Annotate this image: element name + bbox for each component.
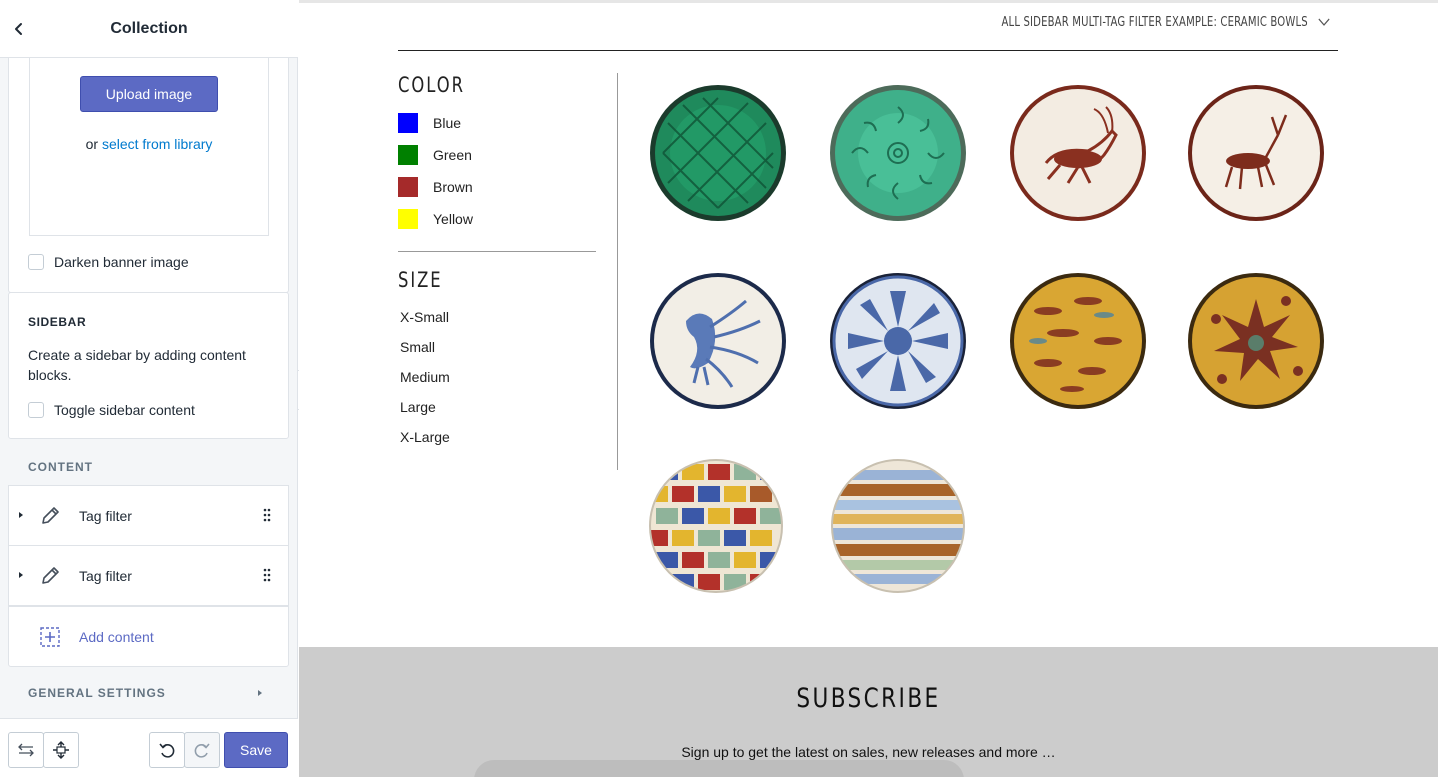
color-filter-green[interactable]: Green <box>398 145 472 165</box>
editor-footer: Save <box>0 718 298 777</box>
move-cursor-icon <box>53 741 69 759</box>
filter-divider <box>398 251 596 252</box>
image-dropzone[interactable]: Upload image or select from library <box>29 58 269 236</box>
size-filter-small[interactable]: Small <box>400 339 435 355</box>
size-filter-heading: SIZE <box>398 268 443 292</box>
theme-editor-panel: Collection Upload image or select from l… <box>0 0 298 777</box>
color-label: Brown <box>433 179 473 195</box>
darken-banner-checkbox[interactable] <box>28 254 44 270</box>
content-block-tag-filter-1[interactable]: Tag filter <box>8 485 289 546</box>
add-block-icon <box>40 627 60 647</box>
redo-icon <box>194 743 210 758</box>
chevron-down-icon <box>1318 18 1330 26</box>
redo-button[interactable] <box>184 732 220 768</box>
undo-button[interactable] <box>149 732 185 768</box>
color-swatch <box>398 177 418 197</box>
size-filter-large[interactable]: Large <box>400 399 436 415</box>
block-label: Tag filter <box>79 508 132 524</box>
pencil-icon <box>42 567 59 584</box>
store-preview: ALL SIDEBAR MULTI-TAG FILTER EXAMPLE: CE… <box>299 0 1438 777</box>
toggle-sidebar-option: Toggle sidebar content <box>28 400 195 420</box>
subscribe-email-input[interactable] <box>474 760 964 777</box>
pencil-icon <box>42 507 59 524</box>
add-content-link[interactable]: Add content <box>79 629 154 645</box>
collection-dropdown[interactable]: ALL SIDEBAR MULTI-TAG FILTER EXAMPLE: CE… <box>1001 15 1330 30</box>
color-label: Green <box>433 147 472 163</box>
sidebar-heading: SIDEBAR <box>28 315 87 329</box>
content-heading: CONTENT <box>28 460 93 474</box>
product-bowl-green-swirl[interactable] <box>828 83 968 223</box>
full-width-toggle-button[interactable] <box>8 732 44 768</box>
color-swatch <box>398 145 418 165</box>
add-content-row[interactable]: Add content <box>8 606 289 667</box>
collection-dropdown-label: ALL SIDEBAR MULTI-TAG FILTER EXAMPLE: CE… <box>1001 15 1308 30</box>
panel-title: Collection <box>110 20 188 37</box>
color-swatch <box>398 113 418 133</box>
or-text: or <box>85 136 99 152</box>
panel-header: Collection <box>0 0 298 58</box>
sidebar-vertical-divider <box>617 73 618 470</box>
product-bowl-blue-bird[interactable] <box>648 271 788 411</box>
color-filter-brown[interactable]: Brown <box>398 177 473 197</box>
product-bowl-cream-deer[interactable] <box>1186 83 1326 223</box>
product-bowl-stripes[interactable] <box>828 456 968 596</box>
header-divider <box>398 50 1338 51</box>
sidebar-description: Create a sidebar by adding content block… <box>28 347 246 383</box>
expand-horizontal-icon <box>18 743 34 757</box>
product-bowl-blue-flower[interactable] <box>828 271 968 411</box>
expand-caret-icon[interactable] <box>19 512 23 518</box>
subscribe-description: Sign up to get the latest on sales, new … <box>681 744 1056 760</box>
save-button[interactable]: Save <box>224 732 288 768</box>
size-filter-medium[interactable]: Medium <box>400 369 450 385</box>
drag-handle-icon[interactable] <box>263 568 271 582</box>
banner-image-card: Upload image or select from library Dark… <box>8 58 289 293</box>
upload-image-button[interactable]: Upload image <box>80 76 218 112</box>
color-filter-heading: COLOR <box>398 73 465 97</box>
expand-caret-icon[interactable] <box>19 572 23 578</box>
subscribe-title: SUBSCRIBE <box>796 683 941 714</box>
general-settings-heading: GENERAL SETTINGS <box>28 686 166 700</box>
content-block-tag-filter-2[interactable]: Tag filter <box>8 545 289 606</box>
undo-icon <box>159 743 175 758</box>
product-bowl-cream-antelope[interactable] <box>1008 83 1148 223</box>
size-filter-x-small[interactable]: X-Small <box>400 309 449 325</box>
drag-handle-icon[interactable] <box>263 508 271 522</box>
color-label: Yellow <box>433 211 473 227</box>
darken-banner-label: Darken banner image <box>54 254 189 270</box>
sidebar-settings-card: SIDEBAR Create a sidebar by adding conte… <box>8 292 289 439</box>
toggle-sidebar-checkbox[interactable] <box>28 402 44 418</box>
subscribe-section: SUBSCRIBE Sign up to get the latest on s… <box>299 647 1438 777</box>
general-settings-row[interactable]: GENERAL SETTINGS <box>0 668 297 718</box>
product-bowl-yellow-fish[interactable] <box>1008 271 1148 411</box>
color-label: Blue <box>433 115 462 131</box>
size-filter-x-large[interactable]: X-Large <box>400 429 450 445</box>
inspector-toggle-button[interactable] <box>43 732 79 768</box>
library-line: or select from library <box>30 136 268 152</box>
toggle-sidebar-label: Toggle sidebar content <box>54 402 195 418</box>
darken-banner-option: Darken banner image <box>28 252 189 272</box>
product-bowl-green-lattice[interactable] <box>648 83 788 223</box>
color-swatch <box>398 209 418 229</box>
block-label: Tag filter <box>79 568 132 584</box>
product-bowl-multicolor-check[interactable] <box>646 456 786 596</box>
select-from-library-link[interactable]: select from library <box>102 136 212 152</box>
product-bowl-yellow-star[interactable] <box>1186 271 1326 411</box>
color-filter-blue[interactable]: Blue <box>398 113 461 133</box>
caret-right-icon <box>258 690 262 696</box>
color-filter-yellow[interactable]: Yellow <box>398 209 473 229</box>
